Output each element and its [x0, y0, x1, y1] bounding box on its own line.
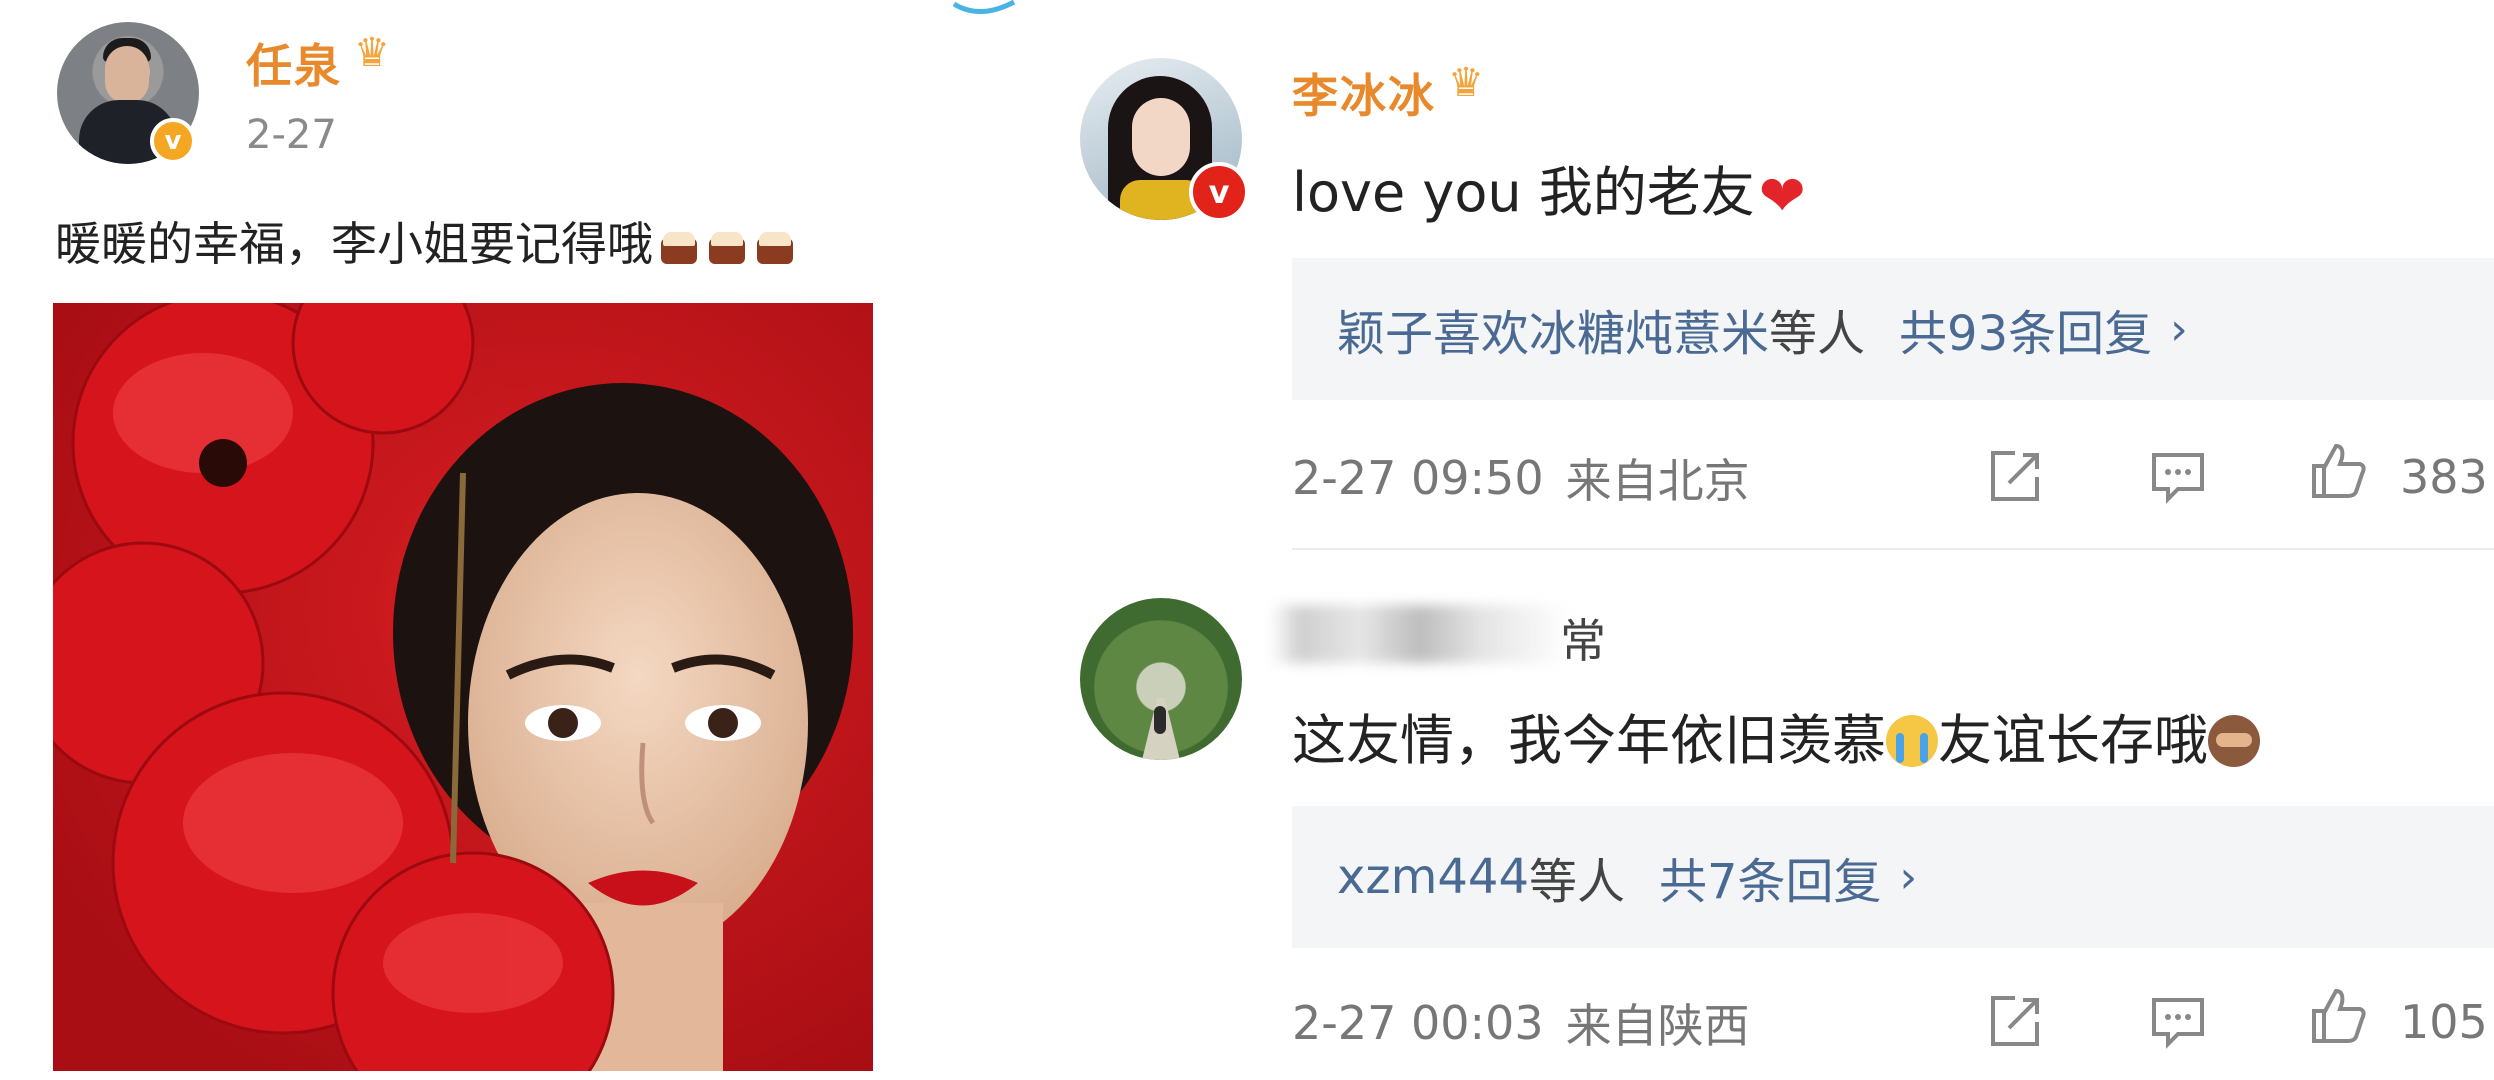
comment-2-text: 这友情，我今年依旧羡慕 友谊长存哦 [1292, 696, 2260, 775]
reply-user[interactable]: xzm444 [1337, 849, 1529, 905]
crying-face-icon [1886, 715, 1938, 767]
thumbs-up-icon[interactable] [2308, 985, 2368, 1045]
see-no-evil-monkey-icon [2208, 715, 2260, 767]
reply-summary: xzm444 等人 共7条回复 › [1337, 806, 1917, 948]
comment-1-author-label: 李冰冰 [1292, 69, 1436, 123]
post-author-label: 任泉 [246, 39, 342, 93]
cake-icon [753, 222, 797, 266]
cake-icon [705, 222, 749, 266]
comment-1-replies[interactable]: 颖子喜欢冰糖炖薏米 等人 共93条回复 › [1292, 258, 2494, 400]
verified-icon: v [1189, 162, 1249, 222]
comment-location: 来自陕西 [1565, 999, 1750, 1053]
comment-1-author[interactable]: 李冰冰 ♛ [1292, 60, 1486, 126]
blurred-username [1270, 605, 1570, 663]
decorative-mark [952, 0, 1016, 15]
share-icon[interactable] [1985, 992, 2045, 1052]
comment-1-text-body: love you 我的老友 [1292, 161, 1755, 224]
reply-user[interactable]: 颖子喜欢冰糖炖薏米 [1337, 294, 1769, 364]
reply-count-link[interactable]: 共7条回复 [1659, 842, 1882, 912]
comment-2-author[interactable]: 常 [1560, 605, 1608, 671]
share-icon[interactable] [1985, 447, 2045, 507]
like-count: 383 [2400, 450, 2488, 504]
portrait-illustration [53, 303, 873, 1071]
comment-divider [1292, 548, 2494, 550]
reply-summary: 颖子喜欢冰糖炖薏米 等人 共93条回复 › [1337, 258, 2188, 400]
comment-2-replies[interactable]: xzm444 等人 共7条回复 › [1292, 806, 2494, 948]
like-count: 105 [2400, 995, 2488, 1049]
comment-icon[interactable] [2148, 447, 2208, 507]
crown-icon: ♛ [354, 30, 392, 76]
post-text: 暖暖的幸福，李小姐要记得哦 [55, 208, 797, 274]
comment-2-text-part2: 友谊长存哦 [1938, 709, 2208, 772]
post-card: v 任泉 ♛ 2-27 暖暖的幸福，李小姐要记得哦 [0, 0, 1040, 1080]
comment-time: 2-27 09:50 [1292, 451, 1544, 505]
post-author-name[interactable]: 任泉 ♛ [246, 30, 392, 96]
post-text-body: 暖暖的幸福，李小姐要记得哦 [55, 217, 653, 271]
comment-1-text: love you 我的老友❤ [1292, 148, 1806, 229]
thumbs-up-icon[interactable] [2308, 440, 2368, 500]
cake-icon [657, 222, 701, 266]
crown-icon: ♛ [1448, 60, 1486, 106]
heart-icon: ❤ [1758, 164, 1806, 229]
comment-location: 来自北京 [1565, 454, 1750, 508]
comment-1-meta: 2-27 09:50 来自北京 [1292, 448, 1750, 508]
verified-icon: v [150, 118, 196, 164]
comment-time: 2-27 00:03 [1292, 996, 1544, 1050]
comment-2-meta: 2-27 00:03 来自陕西 [1292, 993, 1750, 1053]
comment-icon[interactable] [2148, 992, 2208, 1052]
reply-suffix: 等人 [1769, 306, 1866, 362]
post-date: 2-27 [246, 112, 337, 158]
reply-suffix: 等人 [1528, 854, 1625, 910]
chevron-right-icon: › [2170, 303, 2188, 355]
comment-2-text-part1: 这友情，我今年依旧羡慕 [1292, 709, 1886, 772]
comment-2-avatar[interactable] [1080, 598, 1242, 760]
reply-count-link[interactable]: 共93条回复 [1899, 294, 2152, 364]
post-photo[interactable] [53, 303, 873, 1071]
chevron-right-icon: › [1899, 851, 1918, 903]
